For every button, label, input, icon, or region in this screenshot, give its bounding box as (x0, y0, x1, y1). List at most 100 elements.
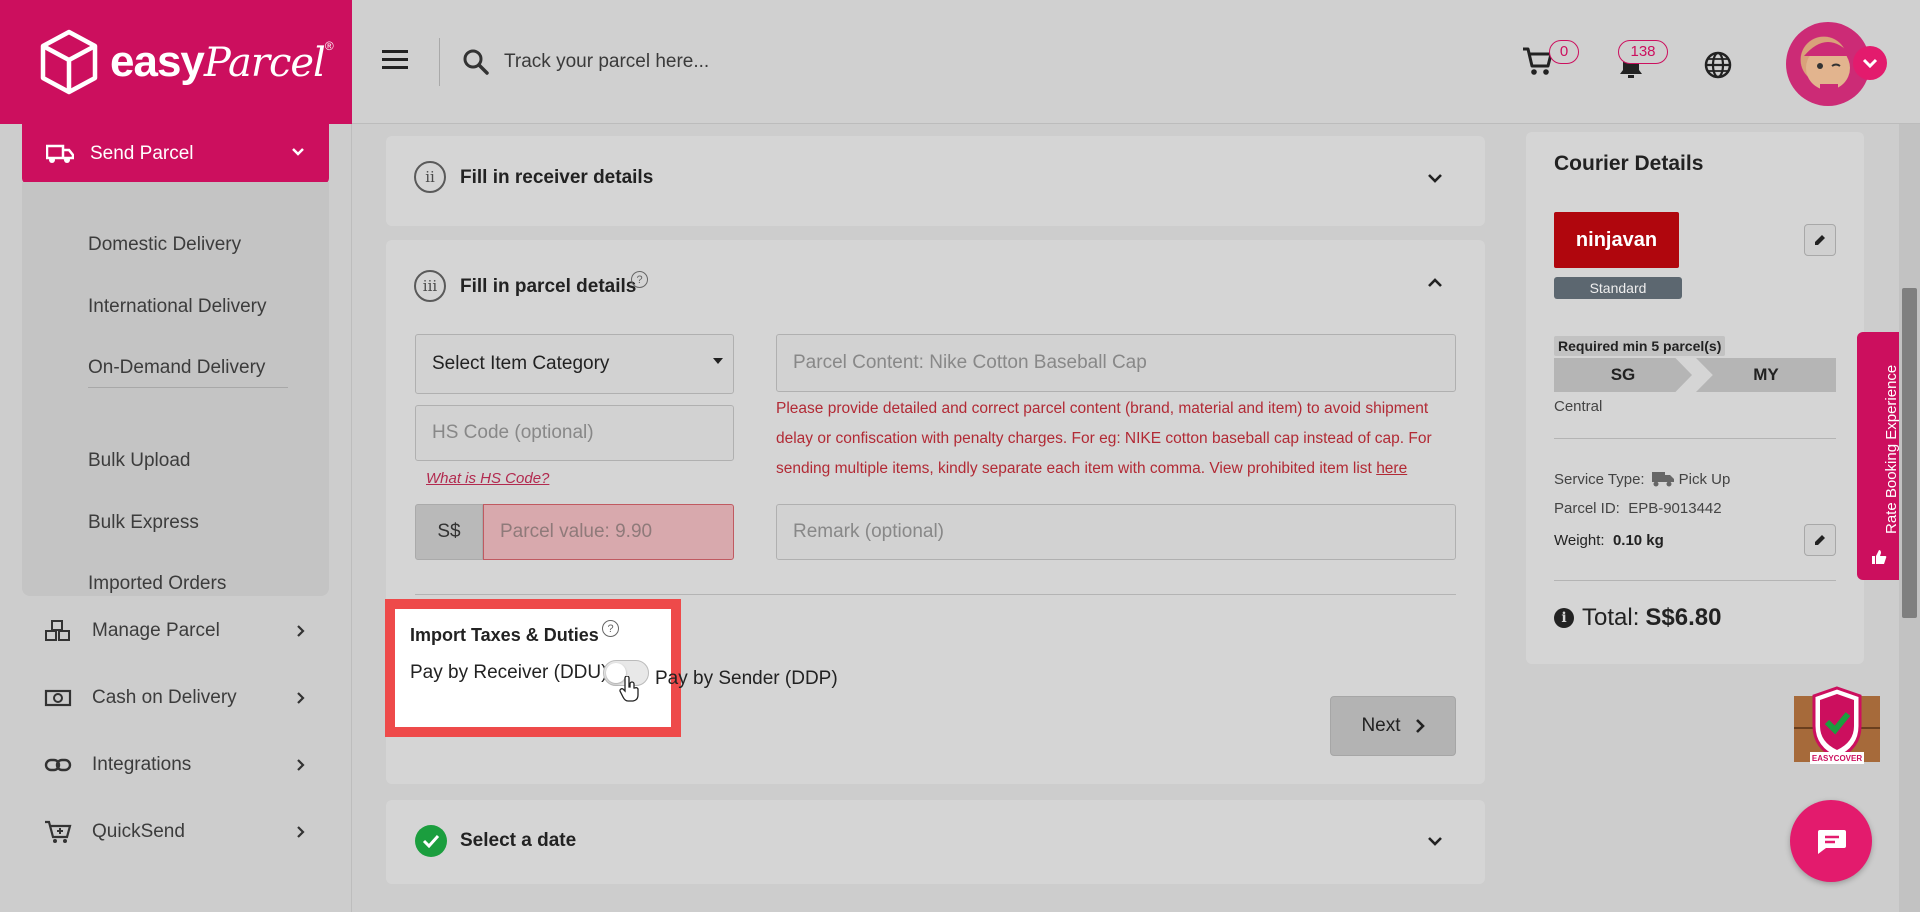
submenu-item-domestic-delivery[interactable]: Domestic Delivery (88, 234, 241, 256)
service-level-tag: Standard (1554, 277, 1682, 299)
sidebar-item-integrations[interactable]: Integrations (44, 750, 306, 780)
hs-code-input[interactable]: HS Code (optional) (415, 405, 734, 461)
step-title: Fill in parcel details (460, 276, 637, 297)
easycover-badge[interactable]: EASYCOVER (1790, 686, 1884, 770)
chat-button[interactable] (1790, 800, 1872, 882)
region-label: Central (1554, 398, 1603, 415)
sidebar-item-send-parcel[interactable]: Send Parcel (22, 124, 329, 184)
service-type-label: Service Type: (1554, 470, 1645, 488)
weight-value: 0.10 kg (1612, 532, 1664, 549)
select-date-section[interactable]: Select a date (386, 800, 1485, 884)
prohibited-items-link[interactable]: here (1376, 460, 1407, 477)
link-icon (44, 758, 72, 772)
chevron-right-icon (297, 692, 305, 704)
sidebar-item-quicksend[interactable]: QuickSend (44, 817, 306, 847)
submenu-divider (88, 387, 288, 388)
weight-label: Weight: (1554, 532, 1605, 549)
input-placeholder: HS Code (optional) (432, 422, 594, 443)
sidebar-item-label: Integrations (92, 754, 192, 775)
parcel-id-label: Parcel ID: (1554, 500, 1620, 517)
sidebar: Send Parcel Domestic Delivery Internatio… (0, 124, 352, 912)
search-icon (463, 49, 489, 75)
ddu-label: Pay by Receiver (DDU) (410, 662, 608, 683)
chevron-right-icon (297, 759, 305, 771)
caret-down-icon (713, 358, 723, 364)
receiver-details-section[interactable]: ii Fill in receiver details (386, 136, 1485, 226)
total-label: Total: (1582, 604, 1640, 631)
button-label: Next (1361, 715, 1401, 736)
panel-divider (1554, 580, 1836, 581)
scrollbar-thumb[interactable] (1902, 288, 1917, 618)
chevron-right-icon (297, 826, 305, 838)
sidebar-item-cash-on-delivery[interactable]: Cash on Delivery (44, 683, 306, 713)
chevron-down-icon (292, 148, 304, 156)
origin-country: SG (1554, 358, 1692, 392)
step-complete-check-icon (415, 825, 447, 857)
submenu-item-on-demand-delivery[interactable]: On-Demand Delivery (88, 357, 265, 379)
select-value: Select Item Category (432, 353, 610, 374)
sidebar-item-label: Send Parcel (90, 143, 194, 164)
chevron-down-icon (1862, 58, 1878, 68)
parcel-value-input[interactable]: Parcel value: 9.90 (483, 504, 734, 560)
item-category-select[interactable]: Select Item Category (415, 334, 734, 394)
service-type-value: Pick Up (1678, 470, 1731, 488)
submenu-item-imported-orders[interactable]: Imported Orders (88, 573, 226, 595)
ddp-label: Pay by Sender (DDP) (655, 668, 838, 689)
submenu-item-international-delivery[interactable]: International Delivery (88, 296, 266, 318)
chat-bubble-icon (1818, 830, 1846, 854)
chevron-down-icon[interactable] (1427, 836, 1443, 846)
sidebar-item-manage-parcel[interactable]: Manage Parcel (44, 616, 306, 646)
parcel-content-input[interactable]: Parcel Content: Nike Cotton Baseball Cap (776, 334, 1456, 392)
weight-row: Weight: 0.10 kg (1554, 532, 1664, 549)
destination-country: MY (1696, 358, 1836, 392)
ninjavan-logo: ninjavan (1554, 212, 1679, 268)
language-globe-icon[interactable] (1703, 50, 1733, 80)
sidebar-item-label: Cash on Delivery (92, 687, 237, 708)
input-placeholder: Parcel value: 9.90 (500, 521, 653, 542)
account-dropdown-button[interactable] (1853, 46, 1887, 80)
submenu-item-bulk-express[interactable]: Bulk Express (88, 512, 199, 534)
total-price-row: i Total: S$6.80 (1554, 604, 1721, 632)
import-taxes-title: Import Taxes & Duties (410, 625, 599, 645)
hamburger-menu-icon[interactable] (382, 48, 408, 70)
truck-icon (46, 144, 74, 163)
step-number-badge: ii (414, 161, 446, 193)
cart-plus-icon (45, 820, 72, 843)
courier-details-title: Courier Details (1554, 152, 1704, 175)
remark-input[interactable]: Remark (optional) (776, 504, 1456, 560)
rate-tab-label: Rate Booking Experience (1883, 364, 1900, 534)
page-scrollbar[interactable] (1899, 124, 1920, 912)
edit-courier-button[interactable] (1804, 224, 1836, 256)
step-title: Select a date (460, 830, 577, 851)
what-is-hs-code-link[interactable]: What is HS Code? (426, 470, 549, 487)
chevron-right-icon (297, 625, 305, 637)
submenu-item-bulk-upload[interactable]: Bulk Upload (88, 450, 190, 472)
easyparcel-logo[interactable]: easyParcel ® (0, 0, 352, 124)
easycover-label: EASYCOVER (1812, 754, 1862, 763)
parcel-content-warning: Please provide detailed and correct parc… (776, 394, 1468, 484)
registered-mark: ® (324, 39, 334, 53)
send-parcel-submenu: Domestic Delivery International Delivery… (22, 182, 329, 596)
track-parcel-search-input[interactable] (504, 42, 984, 82)
boxes-icon (45, 620, 70, 641)
cash-icon (44, 689, 72, 707)
chevron-up-icon[interactable] (1427, 278, 1443, 288)
thumbs-up-icon (1872, 550, 1887, 564)
help-icon[interactable]: ? (602, 620, 619, 637)
min-parcel-requirement: Required min 5 parcel(s) (1554, 336, 1726, 356)
chevron-down-icon[interactable] (1427, 173, 1443, 183)
step-title: Fill in receiver details (460, 167, 654, 188)
sidebar-item-label: Manage Parcel (92, 620, 220, 641)
logo-text: easyParcel (110, 37, 326, 86)
pencil-icon (1815, 535, 1825, 545)
next-button[interactable]: Next (1330, 696, 1456, 756)
notification-count-badge: 138 (1618, 40, 1668, 64)
edit-parcel-button[interactable] (1804, 524, 1836, 556)
parcel-id-value: EPB-9013442 (1628, 500, 1722, 517)
help-icon[interactable]: ? (631, 271, 648, 288)
step-number-badge: iii (414, 270, 446, 302)
cart-count-badge: 0 (1549, 40, 1579, 64)
header-divider (439, 38, 440, 86)
service-type-row: Service Type: Pick Up (1554, 470, 1730, 488)
rate-booking-experience-tab[interactable]: Rate Booking Experience (1857, 332, 1900, 580)
